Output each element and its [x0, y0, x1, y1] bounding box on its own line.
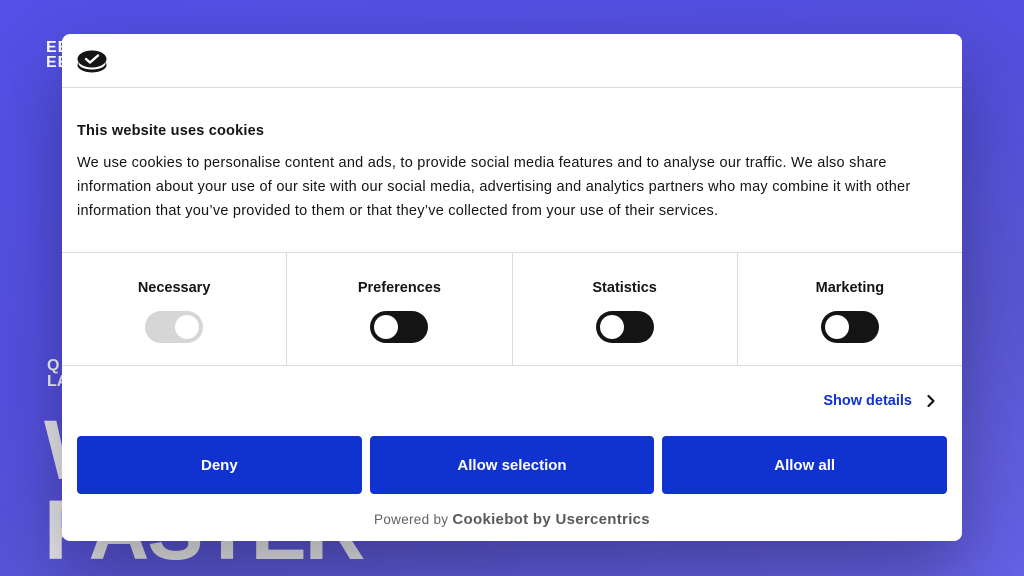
toggle-knob [824, 315, 849, 339]
details-row: Show details [62, 366, 962, 436]
category-label: Preferences [357, 280, 441, 296]
allow-all-button[interactable]: Allow all [662, 436, 948, 494]
show-details-label: Show details [823, 393, 912, 409]
category-label: Necessary [137, 280, 211, 296]
marketing-toggle[interactable] [820, 311, 879, 343]
powered-by-prefix: Powered by [374, 512, 449, 527]
category-label: Marketing [815, 280, 885, 296]
toggle-knob [175, 315, 200, 339]
category-necessary: Necessary [62, 253, 288, 365]
powered-by-brand-link[interactable]: Cookiebot by Usercentrics [452, 511, 650, 528]
powered-by-footer: Powered by Cookiebot by Usercentrics [62, 511, 962, 528]
show-details-link[interactable]: Show details [823, 393, 936, 409]
consent-title: This website uses cookies [77, 123, 265, 139]
cookiebot-logo-icon [77, 50, 107, 72]
category-marketing: Marketing [738, 253, 962, 365]
toggle-knob [374, 315, 399, 339]
dialog-header [62, 34, 962, 88]
cookie-consent-dialog: This website uses cookies We use cookies… [62, 34, 962, 541]
allow-selection-button[interactable]: Allow selection [369, 436, 655, 494]
consent-buttons: Deny Allow selection Allow all [62, 436, 962, 494]
category-statistics: Statistics [513, 253, 738, 365]
necessary-toggle[interactable] [145, 311, 204, 343]
consent-category-toggles: Necessary Preferences Statistics Marketi… [62, 252, 962, 366]
preferences-toggle[interactable] [370, 311, 429, 343]
category-label: Statistics [592, 280, 657, 296]
statistics-toggle[interactable] [595, 311, 654, 343]
category-preferences: Preferences [287, 253, 513, 365]
consent-body-text: We use cookies to personalise content an… [77, 155, 911, 219]
deny-button[interactable]: Deny [77, 436, 362, 494]
chevron-right-icon [927, 394, 935, 408]
toggle-knob [599, 315, 624, 339]
consent-content: This website uses cookies We use cookies… [62, 88, 962, 252]
